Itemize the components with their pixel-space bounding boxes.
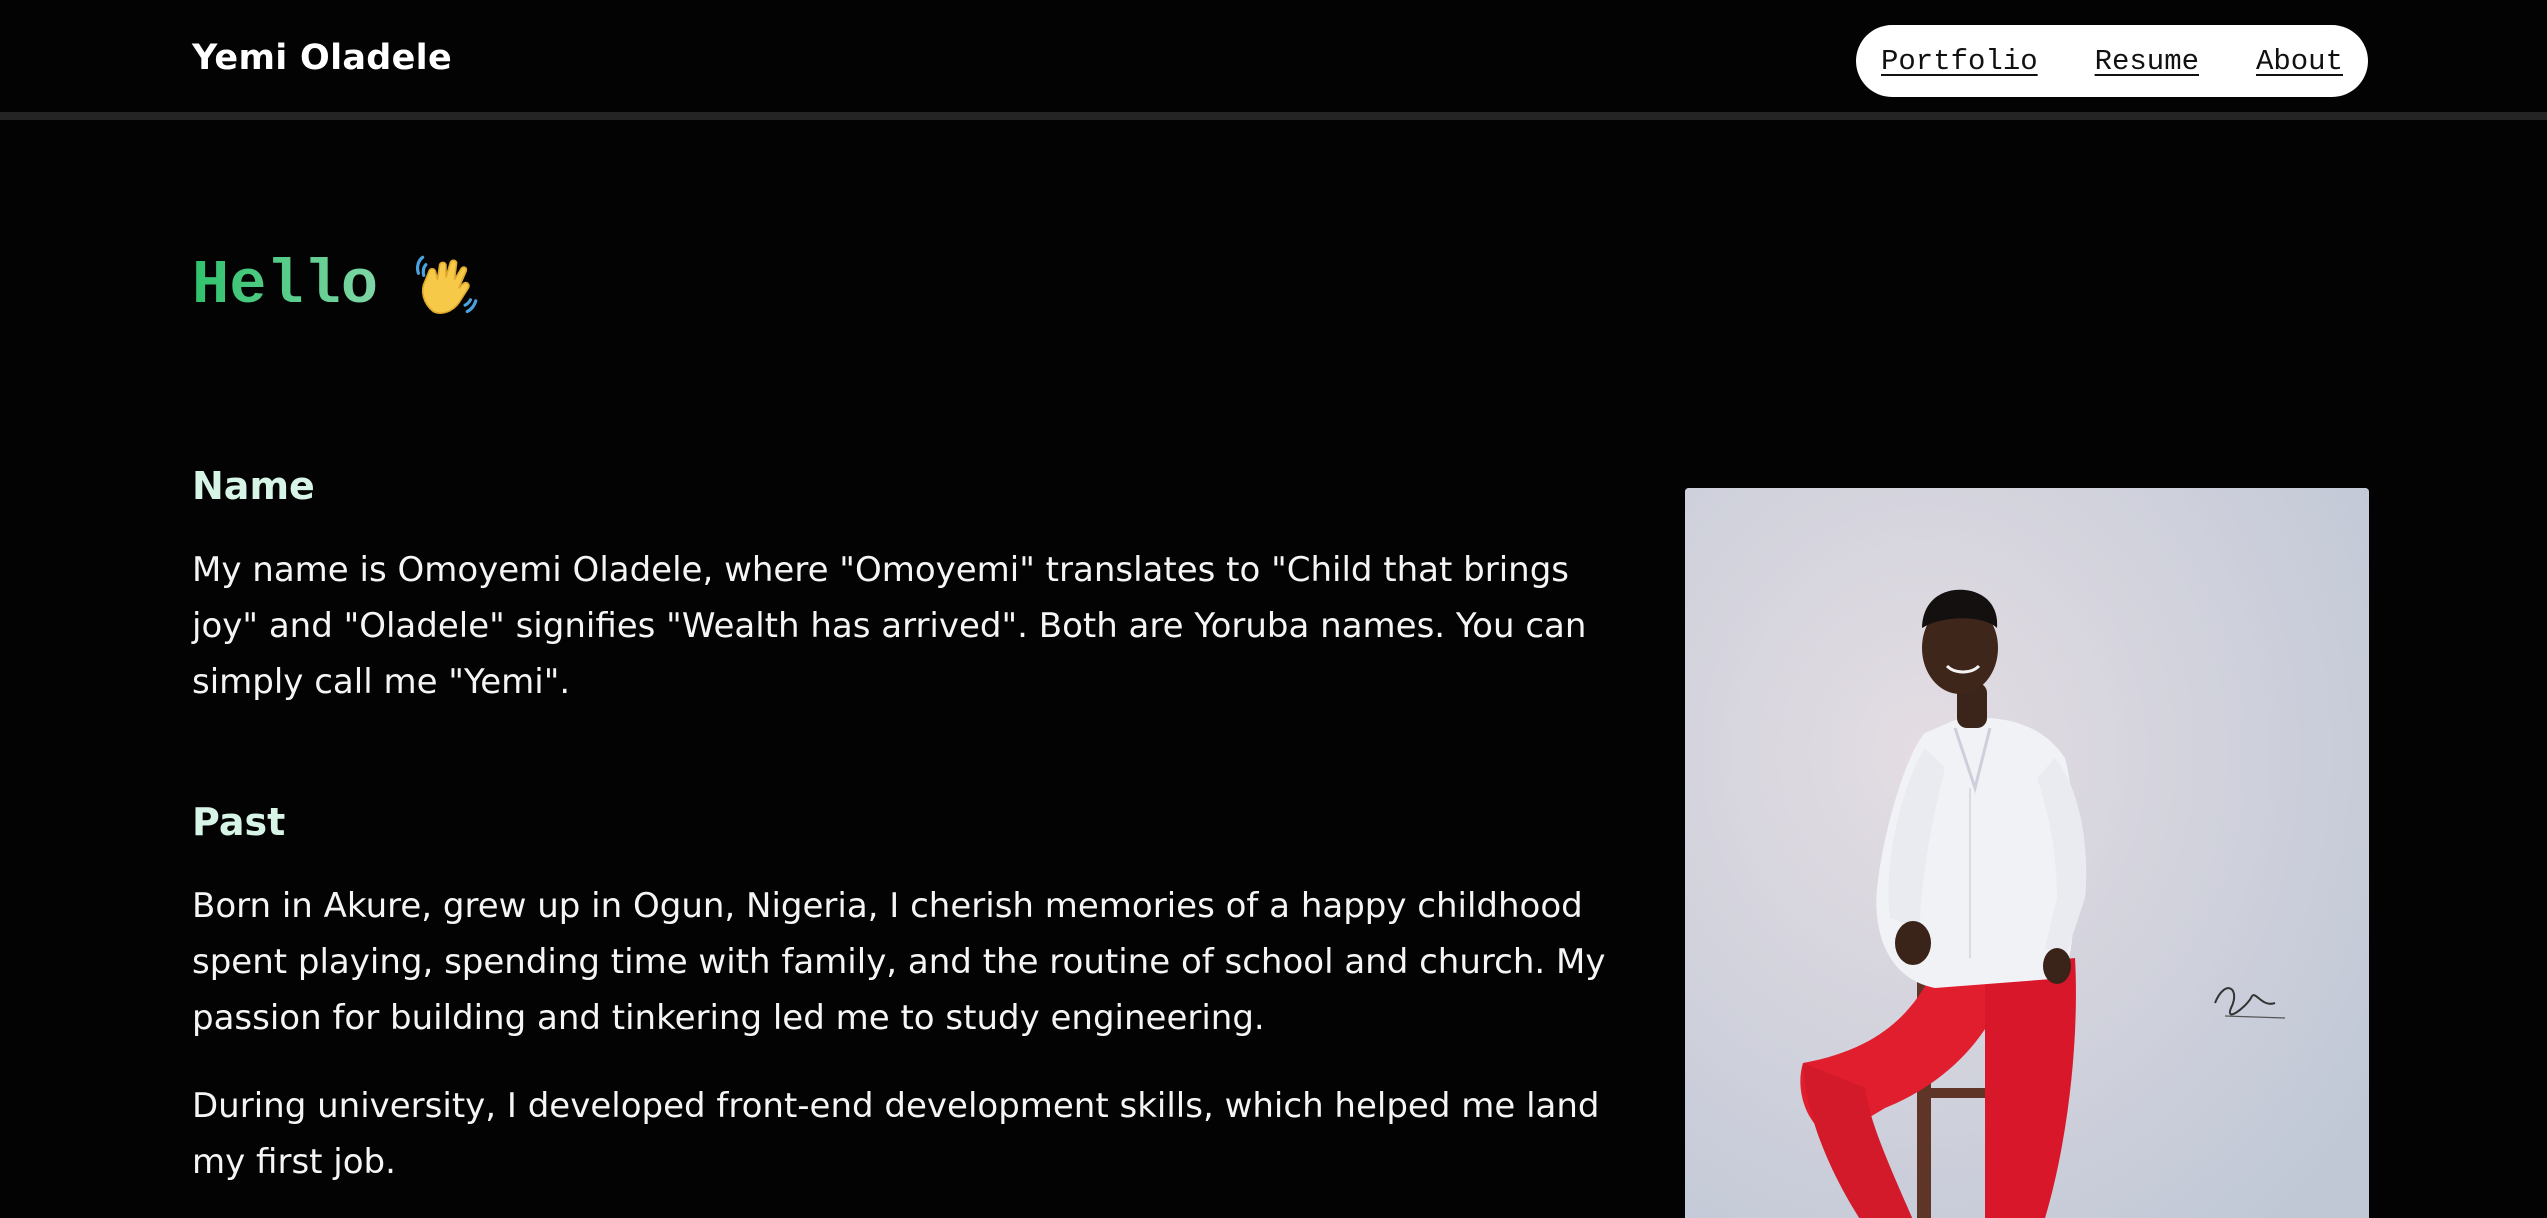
hero-greeting: Hello xyxy=(192,250,480,321)
site-logo-name[interactable]: Yemi Oladele xyxy=(192,38,452,78)
about-content: Name My name is Omoyemi Oladele, where "… xyxy=(192,458,1632,1218)
site-header: Yemi Oladele Portfolio Resume About xyxy=(0,0,2547,120)
waving-hand-icon xyxy=(415,255,478,314)
profile-photo-illustration xyxy=(1685,488,2369,1218)
nav-link-portfolio[interactable]: Portfolio xyxy=(1881,45,2038,78)
nav-link-resume[interactable]: Resume xyxy=(2095,45,2199,78)
hello-heading: Hello xyxy=(192,250,379,321)
past-paragraph-2: During university, I developed front-end… xyxy=(192,1086,1600,1182)
section-title-past: Past xyxy=(192,800,286,844)
section-title-name: Name xyxy=(192,464,315,508)
main-nav: Portfolio Resume About xyxy=(1856,25,2368,97)
name-paragraph: My name is Omoyemi Oladele, where "Omoye… xyxy=(192,550,1587,702)
past-paragraph-1: Born in Akure, grew up in Ogun, Nigeria,… xyxy=(192,886,1606,1038)
nav-link-about[interactable]: About xyxy=(2256,45,2343,78)
profile-photo xyxy=(1685,488,2369,1218)
